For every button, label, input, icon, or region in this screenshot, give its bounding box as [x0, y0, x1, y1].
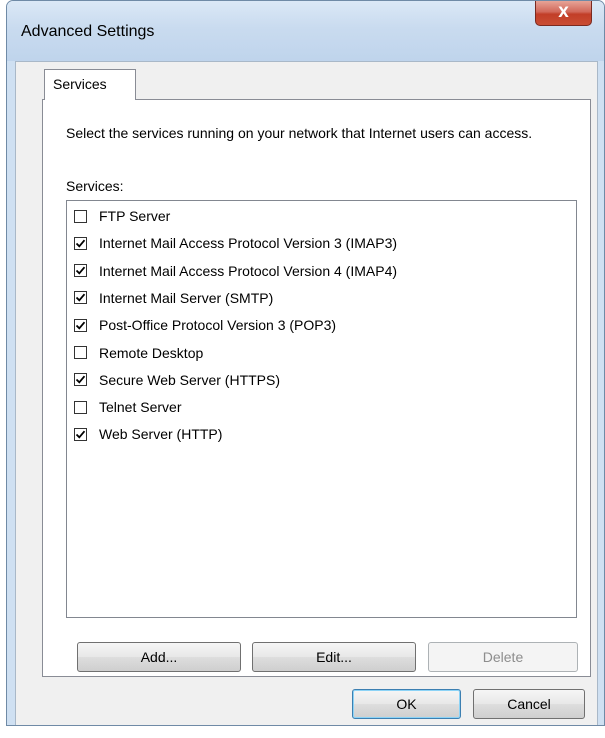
service-label: Secure Web Server (HTTPS) — [99, 371, 281, 388]
service-list-item[interactable]: Remote Desktop — [74, 341, 203, 365]
services-list-label: Services: — [66, 178, 124, 194]
checkmark-icon — [75, 266, 86, 275]
checkmark-icon — [75, 430, 86, 439]
service-label: Internet Mail Access Protocol Version 3 … — [99, 235, 398, 252]
tab-services[interactable]: Services — [44, 69, 136, 100]
service-checkbox[interactable] — [74, 373, 87, 387]
checkmark-icon — [75, 294, 86, 303]
services-description: Select the services running on your netw… — [66, 125, 533, 141]
service-label: Internet Mail Server (SMTP) — [99, 289, 274, 306]
service-list-item[interactable]: Internet Mail Access Protocol Version 4 … — [74, 259, 397, 283]
title-bar[interactable]: Advanced Settings X — [7, 1, 604, 61]
service-list-item[interactable]: Telnet Server — [74, 395, 181, 419]
advanced-settings-dialog: Advanced Settings X Services Select the … — [6, 0, 605, 726]
dialog-client-area: Services Select the services running on … — [15, 61, 598, 725]
service-checkbox[interactable] — [74, 346, 87, 359]
service-label: Telnet Server — [99, 399, 182, 416]
service-list-item[interactable]: Secure Web Server (HTTPS) — [74, 368, 280, 392]
service-checkbox[interactable] — [74, 291, 87, 305]
service-list-item[interactable]: Internet Mail Server (SMTP) — [74, 286, 273, 310]
service-label: Internet Mail Access Protocol Version 4 … — [99, 262, 398, 279]
services-tab-panel: Select the services running on your netw… — [42, 99, 591, 677]
checkmark-icon — [75, 375, 86, 384]
service-checkbox[interactable] — [74, 318, 87, 332]
service-checkbox[interactable] — [74, 236, 87, 250]
checkmark-icon — [75, 239, 86, 248]
services-list[interactable]: FTP Server Internet Mail Access Protocol … — [66, 200, 577, 618]
service-checkbox[interactable] — [74, 209, 87, 223]
close-icon: X — [558, 5, 569, 21]
service-list-item[interactable]: Post-Office Protocol Version 3 (POP3) — [74, 313, 336, 337]
service-label: Post-Office Protocol Version 3 (POP3) — [99, 317, 337, 334]
service-checkbox[interactable] — [74, 264, 87, 278]
service-list-item[interactable]: FTP Server — [74, 204, 170, 228]
ok-button[interactable]: OK — [352, 689, 461, 719]
service-list-item[interactable]: Internet Mail Access Protocol Version 3 … — [74, 231, 397, 255]
add-button[interactable]: Add... — [77, 642, 241, 672]
close-button[interactable]: X — [535, 1, 592, 26]
checkmark-icon — [75, 321, 86, 330]
edit-button[interactable]: Edit... — [252, 642, 416, 672]
service-label: Remote Desktop — [99, 344, 204, 361]
delete-button[interactable]: Delete — [428, 642, 578, 672]
service-checkbox[interactable] — [74, 427, 87, 441]
window-title: Advanced Settings — [21, 23, 155, 40]
service-checkbox[interactable] — [74, 400, 87, 414]
service-label: FTP Server — [99, 208, 171, 224]
service-label: Web Server (HTTP) — [99, 426, 223, 443]
service-list-item[interactable]: Web Server (HTTP) — [74, 422, 222, 446]
cancel-button[interactable]: Cancel — [473, 689, 585, 719]
